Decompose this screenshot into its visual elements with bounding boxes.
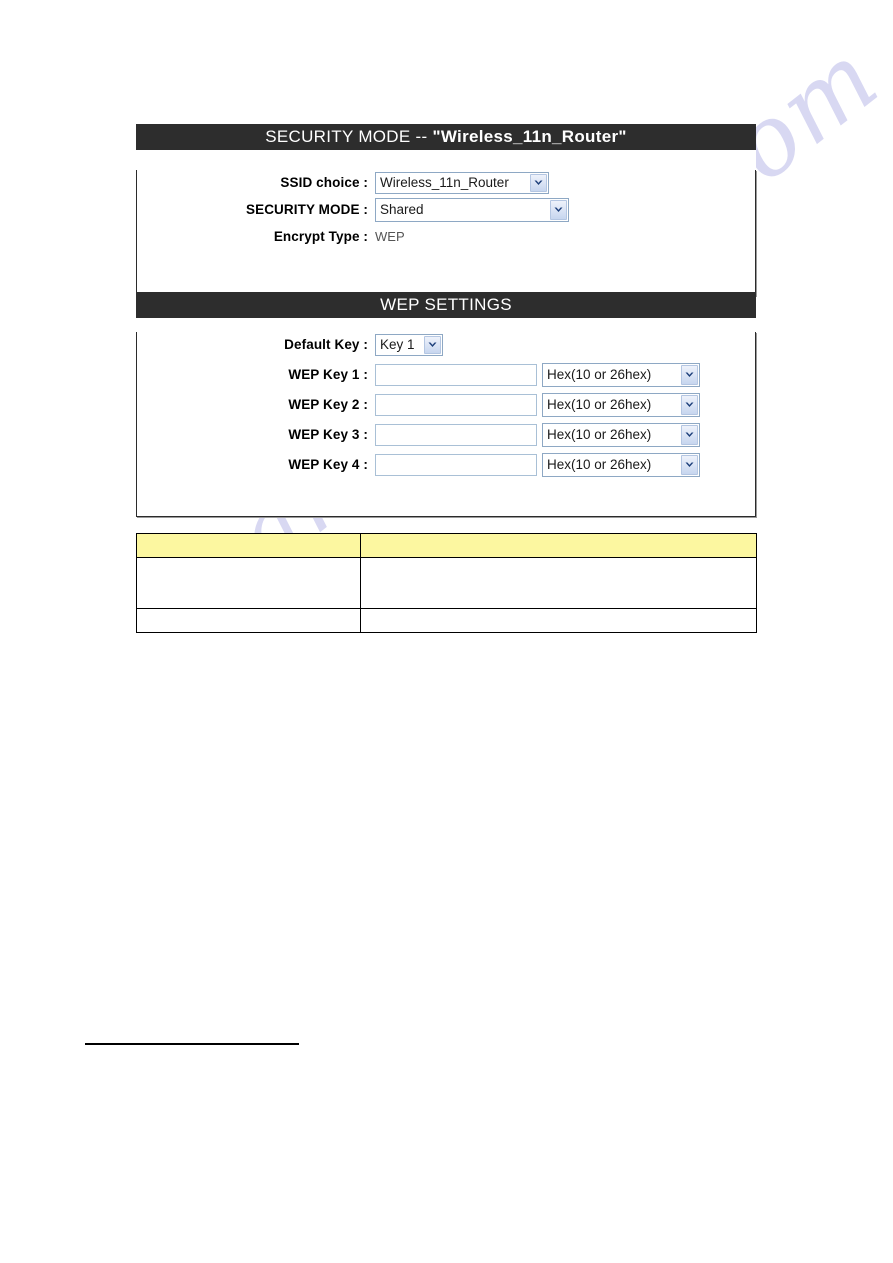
ssid-choice-row: SSID choice : Wireless_11n_Router [137,170,755,195]
chevron-down-icon [550,199,567,220]
table-row [136,608,757,633]
ssid-choice-select-value: Wireless_11n_Router [380,175,509,190]
table-cell-parameter [136,557,361,609]
security-mode-panel-header: SECURITY MODE -- "Wireless_11n_Router" [136,124,756,150]
security-mode-row: SECURITY MODE : Shared [137,197,755,222]
security-mode-label: SECURITY MODE : [245,202,368,217]
chevron-down-icon [530,173,547,192]
encrypt-type-value: WEP [375,229,405,244]
security-mode-panel-body: SSID choice : Wireless_11n_Router SECURI… [136,170,756,296]
wep-key-1-input[interactable] [375,363,537,386]
table-cell-description [360,608,757,633]
wep-key-4-format-value: Hex(10 or 26hex) [547,457,652,472]
wep-key-row: WEP Key 2 : Hex(10 or 26hex) [137,392,755,417]
wep-settings-panel-body: Default Key : Key 1 WEP Key 1 : Hex(10 o… [136,332,756,517]
wep-key-row: WEP Key 4 : Hex(10 or 26hex) [137,452,755,477]
wep-key-2-format-value: Hex(10 or 26hex) [547,397,652,412]
security-mode-panel: SECURITY MODE -- "Wireless_11n_Router" S… [136,124,756,296]
wep-key-2-label: WEP Key 2 : [288,397,368,412]
security-mode-header-prefix: SECURITY MODE -- [265,127,433,146]
ssid-choice-select[interactable]: Wireless_11n_Router [375,171,549,194]
table-header-cell-description [360,533,757,558]
encrypt-type-label: Encrypt Type : [273,229,368,244]
chevron-down-icon [681,394,698,415]
ssid-choice-label: SSID choice : [280,175,368,190]
chevron-down-icon [681,424,698,445]
wep-key-1-format-value: Hex(10 or 26hex) [547,367,652,382]
security-mode-select-value: Shared [380,202,424,217]
wep-key-2-input[interactable] [375,393,537,416]
wep-key-row: WEP Key 1 : Hex(10 or 26hex) [137,362,755,387]
table-cell-parameter [136,608,361,633]
table-header-cell-parameter [136,533,361,558]
chevron-down-icon [424,335,441,354]
wep-key-3-label: WEP Key 3 : [288,427,368,442]
wep-settings-panel-header: WEP SETTINGS [136,292,756,318]
wep-key-3-input[interactable] [375,423,537,446]
wep-key-3-format-value: Hex(10 or 26hex) [547,427,652,442]
chevron-down-icon [681,454,698,475]
security-mode-select[interactable]: Shared [375,197,569,222]
default-key-select-value: Key 1 [380,337,415,352]
default-key-select[interactable]: Key 1 [375,333,443,356]
wep-key-4-input[interactable] [375,453,537,476]
table-row [136,557,757,609]
wep-key-1-format-select[interactable]: Hex(10 or 26hex) [542,362,700,387]
default-key-row: Default Key : Key 1 [137,332,755,357]
wep-key-1-label: WEP Key 1 : [288,367,368,382]
parameter-description-table [136,533,757,633]
wep-key-4-format-select[interactable]: Hex(10 or 26hex) [542,452,700,477]
wep-key-3-format-select[interactable]: Hex(10 or 26hex) [542,422,700,447]
security-mode-header-ssid: "Wireless_11n_Router" [432,127,627,146]
wep-key-row: WEP Key 3 : Hex(10 or 26hex) [137,422,755,447]
default-key-label: Default Key : [284,337,368,352]
wep-key-2-format-select[interactable]: Hex(10 or 26hex) [542,392,700,417]
table-cell-description [360,557,757,609]
chevron-down-icon [681,364,698,385]
footnote-separator [85,1043,299,1045]
wep-key-4-label: WEP Key 4 : [288,457,368,472]
table-header-row [136,533,757,558]
wep-settings-panel: WEP SETTINGS Default Key : Key 1 WEP Key… [136,292,756,517]
encrypt-type-row: Encrypt Type : WEP [137,224,755,249]
